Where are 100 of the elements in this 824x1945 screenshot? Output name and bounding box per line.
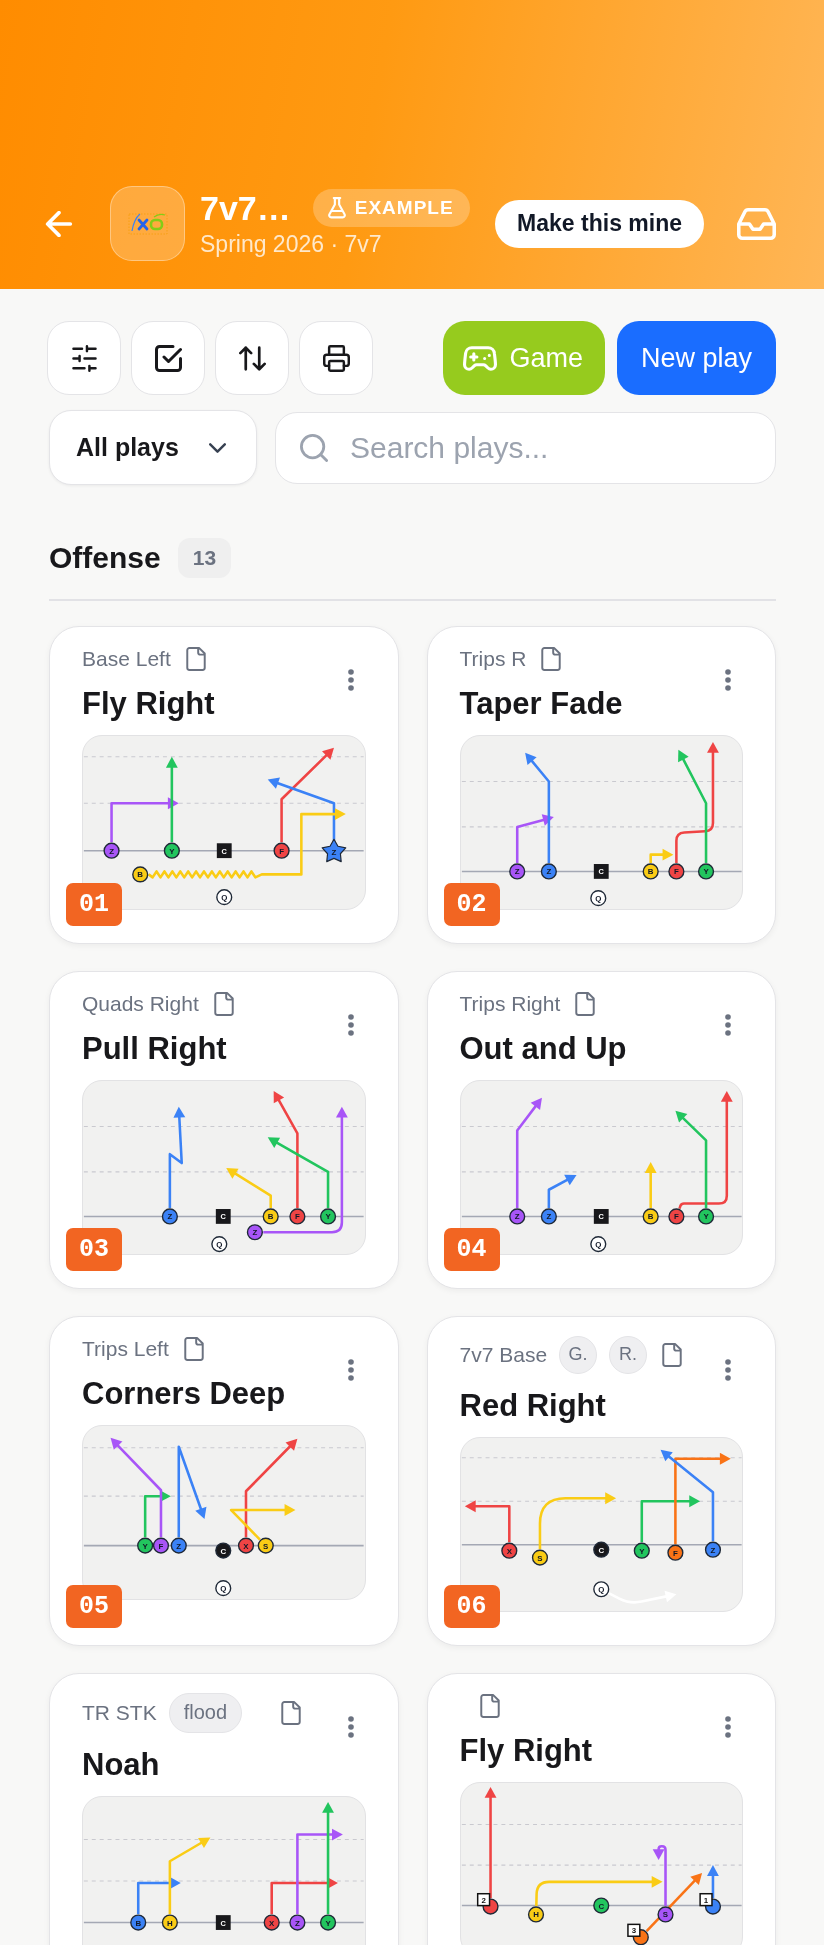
- search-icon: [300, 433, 328, 462]
- player-marker: Y: [633, 1542, 650, 1559]
- route-arrow: [644, 1161, 657, 1208]
- playbook-subtitle: Spring 2026 · 7v7: [200, 230, 383, 258]
- play-title[interactable]: Taper Fade: [459, 684, 725, 723]
- document-icon[interactable]: [183, 1336, 204, 1361]
- plays-filter-dropdown[interactable]: All plays: [49, 410, 257, 485]
- checkbox-icon: [154, 344, 182, 372]
- play-number-badge: 06: [443, 1584, 500, 1628]
- more-options-icon[interactable]: [347, 1358, 354, 1381]
- play-title[interactable]: Red Right: [459, 1386, 725, 1425]
- more-options-icon[interactable]: [725, 668, 731, 691]
- more-options-icon[interactable]: [725, 1715, 731, 1738]
- make-mine-button[interactable]: Make this mine: [495, 199, 704, 248]
- player-marker: Y: [137, 1537, 154, 1554]
- player-marker: S: [531, 1549, 548, 1566]
- player-marker: Q: [589, 889, 606, 906]
- more-options-icon[interactable]: [725, 1358, 731, 1381]
- player-marker: Z: [508, 1207, 525, 1225]
- filters-button[interactable]: [47, 321, 121, 395]
- player-marker: Z: [161, 1207, 178, 1225]
- play-number-badge: 01: [66, 882, 122, 926]
- route-arrow: [607, 1590, 676, 1604]
- document-icon[interactable]: [541, 646, 562, 671]
- player-marker: H: [527, 1905, 544, 1923]
- search-field[interactable]: Search plays...: [275, 411, 776, 484]
- player-marker: Z: [246, 1223, 263, 1240]
- play-title[interactable]: Pull Right: [82, 1029, 348, 1068]
- formation-label: TR STK: [82, 1699, 157, 1726]
- play-number-badge: 02: [443, 882, 500, 926]
- flask-icon: [327, 197, 346, 219]
- more-options-icon[interactable]: [347, 1715, 354, 1738]
- formation-label: Trips R: [459, 645, 527, 672]
- player-marker: Z: [540, 862, 557, 880]
- player-marker: X: [237, 1537, 255, 1554]
- more-options-icon[interactable]: [347, 1013, 354, 1036]
- document-icon[interactable]: [213, 991, 234, 1016]
- formation-label: Quads Right: [82, 990, 199, 1017]
- app-logo-icon: [110, 186, 185, 261]
- player-marker: S: [257, 1537, 274, 1554]
- player-marker: Y: [319, 1913, 337, 1931]
- up-down-arrows-icon: [238, 344, 266, 372]
- player-marker: S: [656, 1905, 674, 1923]
- player-marker: Q: [215, 1579, 232, 1596]
- player-marker: F: [666, 1544, 683, 1561]
- play-title[interactable]: Fly Right: [82, 684, 348, 723]
- player-marker: F: [667, 1207, 684, 1225]
- section-title: Offense: [49, 540, 161, 576]
- player-marker: Z: [508, 862, 525, 880]
- print-button[interactable]: [299, 321, 373, 395]
- play-title[interactable]: Corners Deep: [82, 1374, 348, 1413]
- playbook-title: 7v7…: [200, 189, 291, 227]
- tag-chip: flood: [168, 1692, 243, 1733]
- count-badge: 13: [177, 538, 232, 578]
- more-options-icon[interactable]: [347, 668, 354, 691]
- formation-label: Base Left: [82, 645, 171, 672]
- document-icon[interactable]: [281, 1700, 302, 1725]
- player-marker: C: [215, 1541, 232, 1559]
- document-icon[interactable]: [185, 646, 206, 671]
- document-icon[interactable]: [662, 1342, 683, 1367]
- player-marker: Q: [211, 1235, 228, 1252]
- play-title[interactable]: Noah: [82, 1745, 348, 1784]
- select-button[interactable]: [131, 321, 205, 395]
- sort-button[interactable]: [215, 321, 289, 395]
- gamepad-icon: [463, 345, 498, 371]
- route-arrow: [706, 1864, 719, 1898]
- play-title[interactable]: Fly Right: [459, 1731, 725, 1770]
- player-marker: F: [289, 1207, 306, 1225]
- player-marker: Z: [321, 838, 347, 862]
- formation-label: 7v7 Base: [459, 1341, 548, 1368]
- player-marker: C: [592, 1897, 609, 1914]
- formation-label: Trips Right: [459, 990, 561, 1017]
- player-marker: Q: [216, 888, 233, 905]
- player-marker: Y: [697, 862, 714, 880]
- play-number-badge: 03: [66, 1227, 122, 1271]
- player-marker: X: [263, 1913, 280, 1931]
- player-marker: B: [262, 1207, 279, 1225]
- player-marker: Z: [289, 1913, 306, 1931]
- player-marker: Y: [697, 1207, 714, 1225]
- more-options-icon[interactable]: [725, 1013, 731, 1036]
- player-marker: B: [130, 1913, 147, 1931]
- player-marker: X: [500, 1542, 517, 1559]
- initial-chip: G.: [559, 1335, 598, 1374]
- player-marker: Y: [319, 1207, 337, 1225]
- player-marker: F: [667, 862, 684, 880]
- player-marker: Z: [704, 1541, 721, 1558]
- formation-label: Trips Left: [82, 1335, 169, 1362]
- new-play-button[interactable]: New play: [616, 321, 776, 395]
- document-icon[interactable]: [575, 991, 596, 1016]
- player-marker: C: [592, 1541, 609, 1558]
- document-icon[interactable]: [479, 1693, 500, 1718]
- player-marker: Y: [163, 842, 180, 859]
- initial-chip: R.: [609, 1335, 648, 1374]
- player-marker: Z: [103, 842, 120, 859]
- player-marker: B: [132, 865, 149, 882]
- play-number-badge: 04: [443, 1227, 500, 1271]
- player-marker: Q: [592, 1580, 609, 1597]
- player-marker: B: [642, 862, 659, 880]
- play-title[interactable]: Out and Up: [459, 1029, 725, 1068]
- route-arrow: [464, 1499, 511, 1542]
